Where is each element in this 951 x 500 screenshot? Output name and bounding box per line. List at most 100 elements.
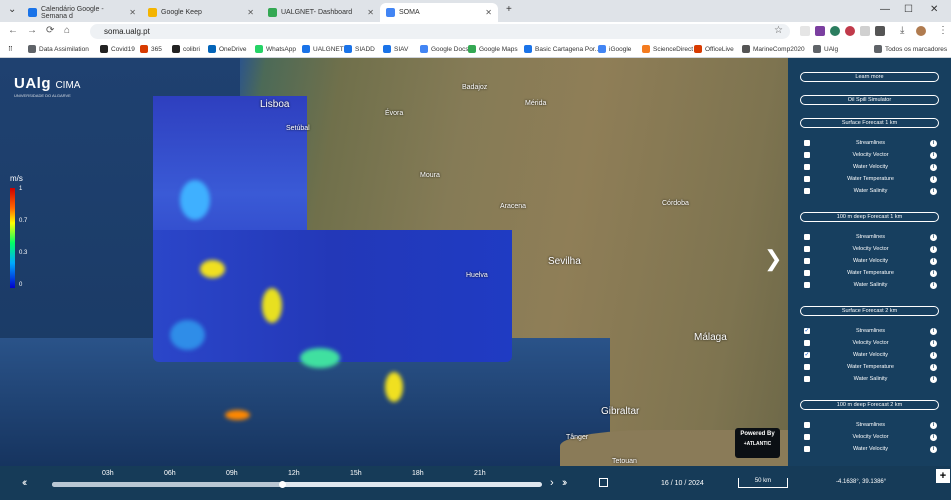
layer-toggle-row[interactable]: Water Temperature i (804, 363, 937, 372)
bookmark-item[interactable]: Data Assimilation (28, 45, 89, 53)
time-slider[interactable] (52, 481, 542, 488)
layer-toggle-row[interactable]: Water Salinity i (804, 281, 937, 290)
step-back-double-chevron-icon[interactable]: ‹‹ (22, 477, 28, 489)
info-icon[interactable]: i (930, 364, 937, 371)
time-slider-handle[interactable] (279, 481, 286, 488)
bookmark-item[interactable]: MarineComp2020 (742, 45, 805, 53)
extension-icon[interactable] (815, 26, 825, 36)
layer-toggle-row[interactable]: ✓ Water Velocity i (804, 351, 937, 360)
bookmark-item[interactable]: Google Maps (468, 45, 518, 53)
extensions-puzzle-icon[interactable] (875, 26, 885, 36)
bookmark-item[interactable]: UAlg (813, 45, 838, 53)
reload-icon[interactable]: ⟳ (46, 25, 54, 36)
zoom-in-button[interactable]: + (936, 469, 950, 483)
tab-search-icon[interactable]: ⌄ (8, 4, 16, 15)
bookmark-item[interactable]: 365 (140, 45, 162, 53)
close-window-icon[interactable]: ✕ (930, 4, 938, 15)
step-forward-chevron-icon[interactable]: › (550, 477, 553, 489)
info-icon[interactable]: i (930, 328, 937, 335)
info-icon[interactable]: i (930, 422, 937, 429)
layer-toggle-row[interactable]: Velocity Vector i (804, 339, 937, 348)
bookmark-item[interactable]: Covid19 (100, 45, 135, 53)
browser-tab[interactable]: Calendário Google - Semana d ✕ (22, 3, 142, 22)
layer-toggle-row[interactable]: Water Velocity i (804, 257, 937, 266)
oil-spill-simulator-button[interactable]: Oil Spill Simulator (800, 95, 939, 105)
apps-grid-icon[interactable]: ⠿ (8, 45, 13, 53)
layer-toggle-row[interactable]: Water Salinity i (804, 375, 937, 384)
forward-icon[interactable]: → (27, 25, 37, 36)
layer-toggle-row[interactable]: Velocity Vector i (804, 151, 937, 160)
extension-icon[interactable] (860, 26, 870, 36)
info-icon[interactable]: i (930, 282, 937, 289)
powered-by-badge[interactable]: Powered By +ATLANTIC (735, 428, 780, 458)
next-panel-chevron-icon[interactable]: ❯ (764, 246, 782, 272)
layer-toggle-row[interactable]: Water Velocity i (804, 163, 937, 172)
info-icon[interactable]: i (930, 340, 937, 347)
new-tab-button[interactable]: + (506, 4, 512, 15)
layer-toggle-row[interactable]: Water Temperature i (804, 269, 937, 278)
bookmark-item[interactable]: OneDrive (208, 45, 246, 53)
bookmark-item[interactable]: OfficeLive (694, 45, 734, 53)
close-tab-icon[interactable]: ✕ (129, 8, 136, 17)
hour-tick-label[interactable]: 15h (350, 470, 362, 477)
bookmark-item[interactable]: Google Docs (420, 45, 469, 53)
layer-toggle-row[interactable]: Water Velocity i (804, 445, 937, 454)
maximize-icon[interactable]: ☐ (904, 4, 913, 15)
bookmark-star-icon[interactable]: ☆ (774, 25, 783, 36)
download-icon[interactable]: ⤓ (900, 25, 904, 36)
back-icon[interactable]: ← (8, 25, 18, 36)
bookmark-all[interactable]: Todos os marcadores (874, 45, 947, 53)
info-icon[interactable]: i (930, 246, 937, 253)
learn-more-button[interactable]: Learn more (800, 72, 939, 82)
hour-tick-label[interactable]: 21h (474, 470, 486, 477)
info-icon[interactable]: i (930, 140, 937, 147)
info-icon[interactable]: i (930, 376, 937, 383)
bookmark-item[interactable]: WhatsApp (255, 45, 296, 53)
extension-icon[interactable] (845, 26, 855, 36)
layer-toggle-row[interactable]: Water Temperature i (804, 175, 937, 184)
bookmark-item[interactable]: SIAV (383, 45, 408, 53)
hour-tick-label[interactable]: 18h (412, 470, 424, 477)
hour-tick-label[interactable]: 06h (164, 470, 176, 477)
bookmark-item[interactable]: colibri (172, 45, 200, 53)
calendar-icon[interactable] (599, 478, 608, 487)
info-icon[interactable]: i (930, 234, 937, 241)
bookmark-item[interactable]: iGoogle (598, 45, 631, 53)
hour-tick-label[interactable]: 12h (288, 470, 300, 477)
info-icon[interactable]: i (930, 270, 937, 277)
home-icon[interactable]: ⌂ (64, 25, 70, 36)
minimize-icon[interactable]: — (880, 4, 890, 15)
bookmark-item[interactable]: SIADD (344, 45, 375, 53)
browser-tab[interactable]: SOMA ✕ (380, 3, 498, 22)
bookmark-item[interactable]: UALGNET (302, 45, 344, 53)
section-header-button[interactable]: 100 m deep Forecast 2 km (800, 400, 939, 410)
browser-tab[interactable]: Google Keep ✕ (142, 3, 260, 22)
layer-toggle-row[interactable]: Streamlines i (804, 233, 937, 242)
section-header-button[interactable]: Surface Forecast 2 km (800, 306, 939, 316)
close-tab-icon[interactable]: ✕ (485, 8, 492, 17)
bookmark-item[interactable]: ScienceDirect (642, 45, 693, 53)
info-icon[interactable]: i (930, 258, 937, 265)
step-forward-double-chevron-icon[interactable]: ›› (562, 477, 568, 489)
layer-toggle-row[interactable]: Velocity Vector i (804, 245, 937, 254)
layer-toggle-row[interactable]: Water Salinity i (804, 187, 937, 196)
info-icon[interactable]: i (930, 434, 937, 441)
section-header-button[interactable]: Surface Forecast 1 km (800, 118, 939, 128)
hour-tick-label[interactable]: 09h (226, 470, 238, 477)
info-icon[interactable]: i (930, 152, 937, 159)
section-header-button[interactable]: 100 m deep Forecast 1 km (800, 212, 939, 222)
extension-icon[interactable] (830, 26, 840, 36)
extension-icon[interactable] (800, 26, 810, 36)
info-icon[interactable]: i (930, 188, 937, 195)
info-icon[interactable]: i (930, 176, 937, 183)
info-icon[interactable]: i (930, 446, 937, 453)
close-tab-icon[interactable]: ✕ (367, 8, 374, 17)
layer-toggle-row[interactable]: Streamlines i (804, 139, 937, 148)
info-icon[interactable]: i (930, 352, 937, 359)
menu-kebab-icon[interactable]: ⋮ (938, 25, 948, 36)
avatar[interactable] (916, 26, 926, 36)
info-icon[interactable]: i (930, 164, 937, 171)
hour-tick-label[interactable]: 03h (102, 470, 114, 477)
close-tab-icon[interactable]: ✕ (247, 8, 254, 17)
layer-toggle-row[interactable]: ✓ Streamlines i (804, 327, 937, 336)
